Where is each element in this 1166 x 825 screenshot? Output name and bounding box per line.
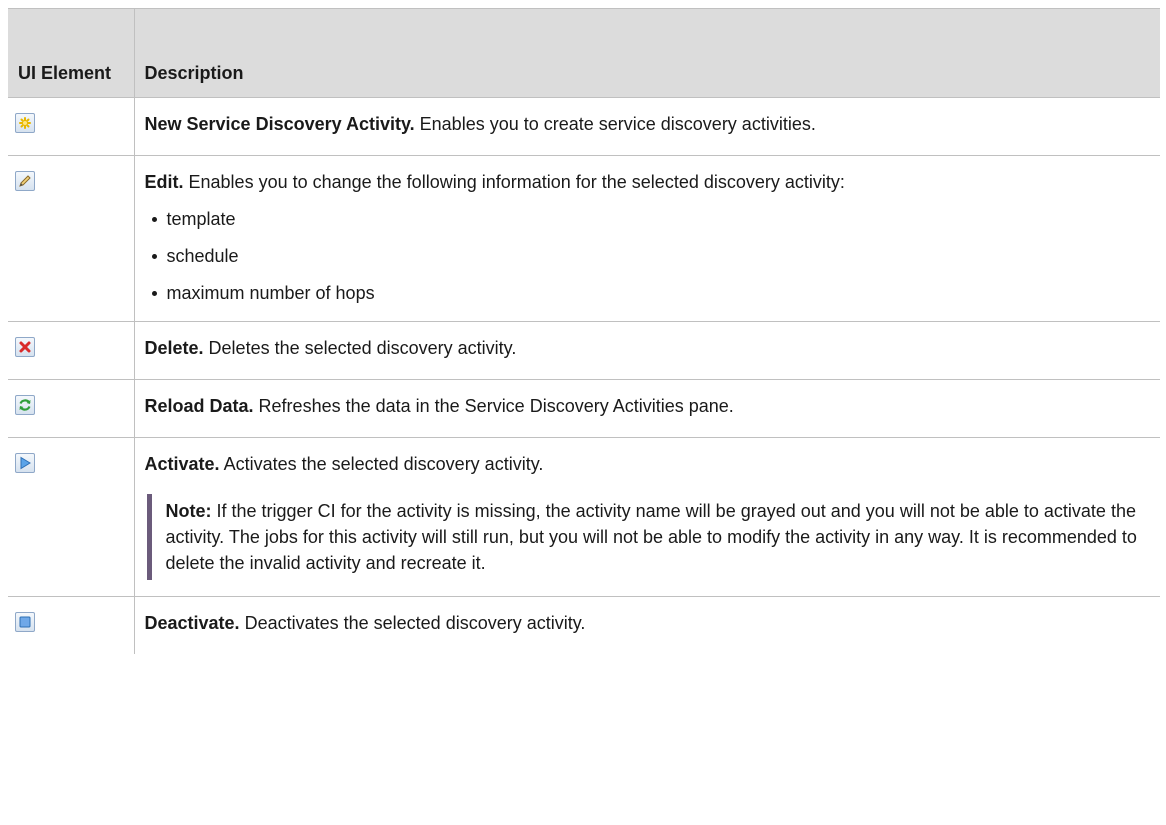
bullet-icon bbox=[151, 254, 157, 259]
document-page: UI Element Description New Service Disco bbox=[0, 0, 1166, 825]
note-box: Note: If the trigger CI for the activity… bbox=[146, 494, 1153, 580]
row-text: Enables you to change the following info… bbox=[188, 172, 845, 192]
header-description: Description bbox=[134, 8, 1160, 98]
new-star-icon bbox=[15, 113, 35, 133]
table-header-row: UI Element Description bbox=[8, 8, 1160, 98]
list-item: schedule bbox=[145, 244, 1153, 268]
description-cell: Deactivate. Deactivates the selected dis… bbox=[134, 597, 1160, 655]
table-row: Reload Data. Refreshes the data in the S… bbox=[8, 379, 1160, 438]
icon-cell bbox=[8, 155, 135, 322]
row-title: Reload Data. bbox=[144, 396, 254, 416]
row-text: Deletes the selected discovery activity. bbox=[208, 338, 517, 358]
bullet-icon bbox=[151, 217, 157, 222]
note-text: If the trigger CI for the activity is mi… bbox=[165, 501, 1137, 573]
row-title: Deactivate. bbox=[144, 613, 240, 633]
note-label: Note: bbox=[165, 501, 212, 521]
row-text: Activates the selected discovery activit… bbox=[223, 454, 544, 474]
description-cell: Reload Data. Refreshes the data in the S… bbox=[134, 379, 1160, 438]
header-ui-element: UI Element bbox=[8, 8, 135, 98]
delete-x-icon bbox=[15, 337, 35, 357]
table-row: Edit. Enables you to change the followin… bbox=[8, 155, 1160, 322]
edit-pencil-icon bbox=[15, 171, 35, 191]
ui-elements-table: UI Element Description New Service Disco bbox=[8, 8, 1160, 654]
icon-cell bbox=[8, 379, 135, 438]
icon-cell bbox=[8, 321, 135, 380]
reload-icon bbox=[15, 395, 35, 415]
bullet-icon bbox=[151, 291, 157, 296]
list-item: template bbox=[145, 207, 1153, 231]
activate-play-icon bbox=[15, 453, 35, 473]
table-row: Deactivate. Deactivates the selected dis… bbox=[8, 596, 1160, 655]
row-text: Refreshes the data in the Service Discov… bbox=[258, 396, 734, 416]
deactivate-stop-icon bbox=[15, 612, 35, 632]
description-cell: Activate. Activates the selected discove… bbox=[134, 437, 1160, 597]
table-row: New Service Discovery Activity. Enables … bbox=[8, 97, 1160, 156]
option-list: template schedule maximum number of hops bbox=[145, 207, 1153, 305]
table-row: Delete. Deletes the selected discovery a… bbox=[8, 321, 1160, 380]
list-item: maximum number of hops bbox=[145, 281, 1153, 305]
row-title: Activate. bbox=[144, 454, 220, 474]
description-cell: New Service Discovery Activity. Enables … bbox=[134, 97, 1160, 156]
row-text: Enables you to create service discovery … bbox=[419, 114, 816, 134]
icon-cell bbox=[8, 437, 135, 597]
description-cell: Edit. Enables you to change the followin… bbox=[134, 155, 1160, 322]
icon-cell bbox=[8, 596, 135, 654]
table-row: Activate. Activates the selected discove… bbox=[8, 437, 1160, 597]
row-title: Edit. bbox=[144, 172, 184, 192]
icon-cell bbox=[8, 97, 135, 156]
row-title: New Service Discovery Activity. bbox=[144, 114, 415, 134]
row-text: Deactivates the selected discovery activ… bbox=[244, 613, 586, 633]
description-cell: Delete. Deletes the selected discovery a… bbox=[134, 321, 1160, 380]
row-title: Delete. bbox=[144, 338, 204, 358]
